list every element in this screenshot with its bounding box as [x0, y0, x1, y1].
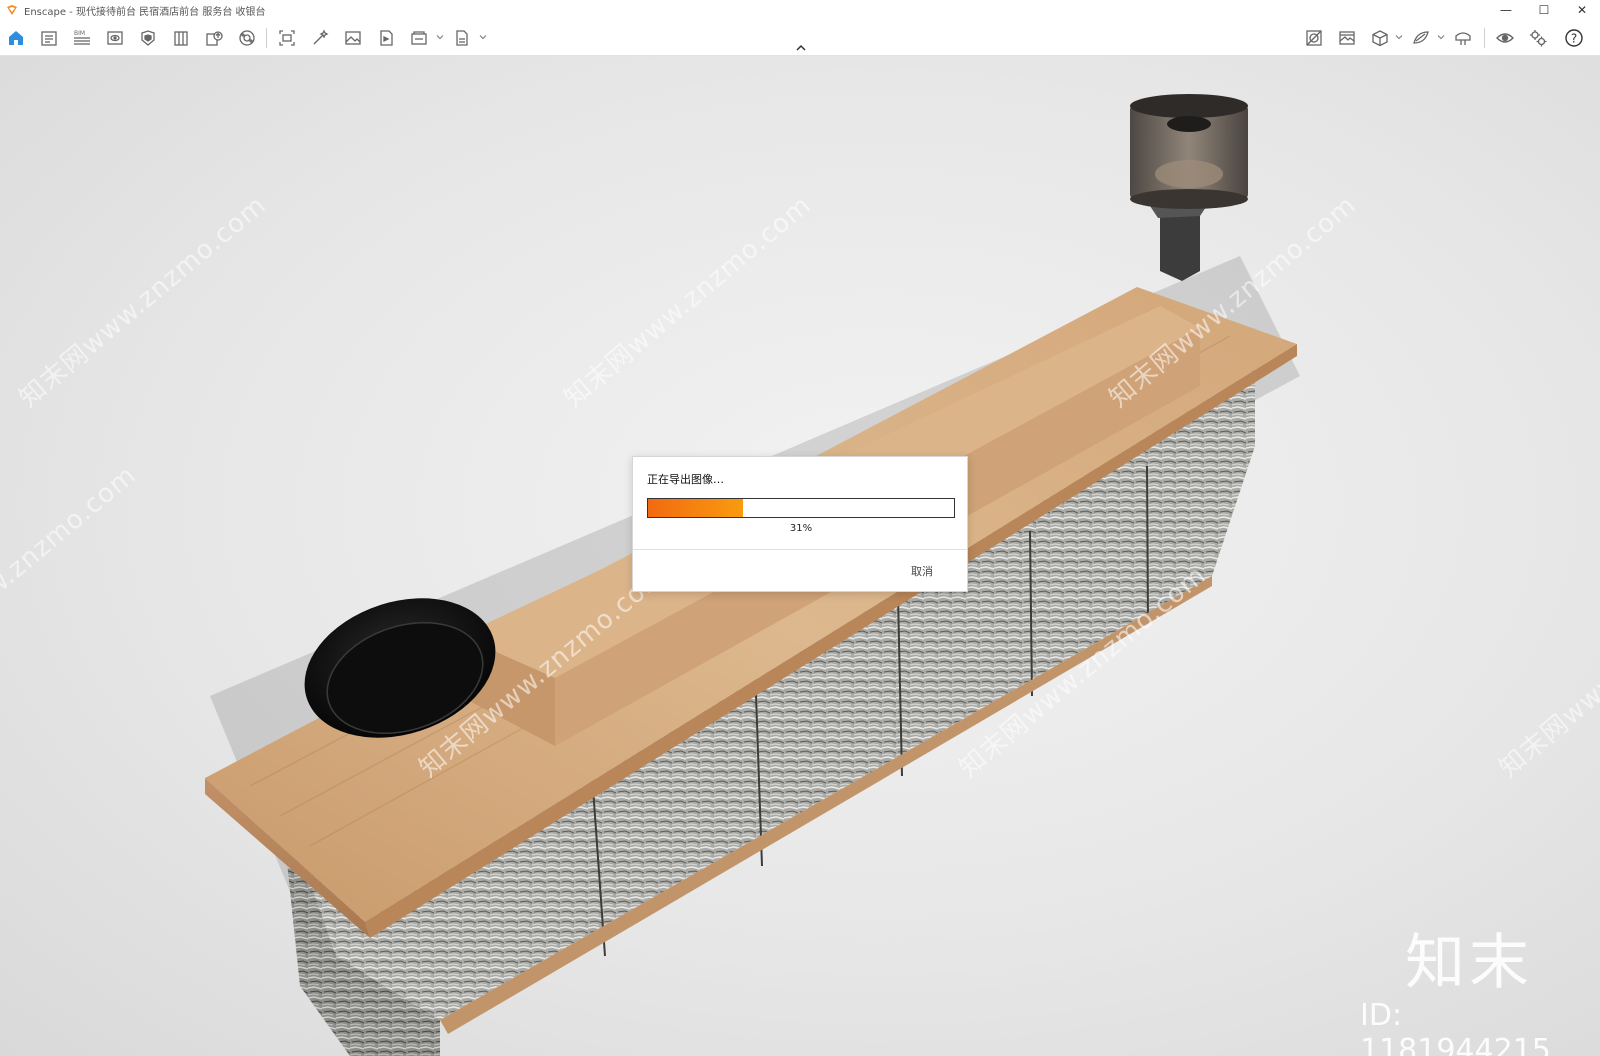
view-cube-icon: [1372, 30, 1388, 47]
chevron-down-icon[interactable]: [479, 33, 487, 41]
export-file-icon: [456, 30, 468, 46]
magic-wand-icon: [313, 29, 329, 45]
notes-button[interactable]: [38, 27, 60, 49]
video-icon: [380, 30, 393, 46]
capture-button[interactable]: [276, 27, 298, 49]
chevron-down-icon[interactable]: [1437, 33, 1445, 41]
bim-icon: BIM: [74, 30, 90, 45]
chevron-down-icon[interactable]: [1395, 33, 1403, 41]
batch-render-button[interactable]: [408, 27, 430, 49]
export-progress-dialog: 正在导出图像… 31% 取消: [632, 456, 968, 592]
site-context-button[interactable]: [170, 27, 192, 49]
close-button[interactable]: ✕: [1564, 0, 1600, 20]
toolbar-separator: [1484, 28, 1485, 48]
atmosphere-button[interactable]: [1336, 27, 1358, 49]
help-icon: ?: [1565, 29, 1583, 47]
cancel-button[interactable]: 取消: [911, 563, 933, 579]
vr-headset-icon: [1455, 32, 1471, 45]
help-label: ?: [1571, 32, 1577, 46]
progress-bar-fill: [648, 499, 743, 517]
settings-icon: [1530, 30, 1547, 47]
home-icon: [9, 31, 23, 45]
material-editor-button[interactable]: [1303, 27, 1325, 49]
minimize-button[interactable]: —: [1488, 0, 1524, 20]
bim-button[interactable]: BIM: [71, 27, 93, 49]
progress-percent: 31%: [789, 523, 813, 534]
batch-render-icon: [411, 31, 427, 45]
views-icon: [107, 31, 123, 45]
help-button[interactable]: ?: [1563, 27, 1585, 49]
notes-icon: [41, 31, 57, 46]
sun-settings-button[interactable]: [1410, 27, 1432, 49]
magic-wand-button[interactable]: [309, 27, 331, 49]
panorama-icon: [239, 30, 255, 46]
settings-button[interactable]: [1527, 27, 1549, 49]
export-file-button[interactable]: [451, 27, 473, 49]
asset-icon: [141, 30, 155, 46]
image-id-label: ID: 1181944215: [1360, 998, 1551, 1056]
title-bar: Enscape - 现代接待前台 民宿酒店前台 服务台 收银台 — ☐ ✕: [0, 0, 1600, 20]
site-context-icon: [174, 31, 188, 46]
window-title: Enscape - 现代接待前台 民宿酒店前台 服务台 收银台: [24, 6, 266, 18]
visual-settings-icon: [1496, 33, 1514, 43]
atmosphere-icon: [1339, 31, 1355, 45]
brand-watermark: 知末: [1405, 928, 1533, 998]
dialog-divider: [633, 549, 967, 550]
visual-settings-button[interactable]: [1494, 27, 1516, 49]
home-button[interactable]: [5, 27, 27, 49]
image-button[interactable]: [342, 27, 364, 49]
dialog-message: 正在导出图像…: [647, 473, 724, 486]
progress-bar: [647, 498, 955, 518]
upload-icon: [206, 31, 223, 46]
chevron-down-icon[interactable]: [436, 33, 444, 41]
video-button[interactable]: [375, 27, 397, 49]
asset-library-button[interactable]: [137, 27, 159, 49]
chevron-up-icon[interactable]: [794, 42, 808, 54]
sun-settings-icon: [1413, 31, 1429, 44]
views-button[interactable]: [104, 27, 126, 49]
panorama-button[interactable]: [236, 27, 258, 49]
upload-button[interactable]: [203, 27, 225, 49]
enscape-logo-icon: [7, 5, 17, 15]
maximize-button[interactable]: ☐: [1526, 0, 1562, 20]
view-cube-button[interactable]: [1369, 27, 1391, 49]
image-icon: [345, 31, 361, 45]
bim-label: BIM: [74, 30, 85, 37]
capture-icon: [279, 30, 295, 46]
vr-headset-button[interactable]: [1452, 27, 1474, 49]
toolbar-separator: [266, 28, 267, 48]
material-editor-icon: [1306, 30, 1322, 46]
